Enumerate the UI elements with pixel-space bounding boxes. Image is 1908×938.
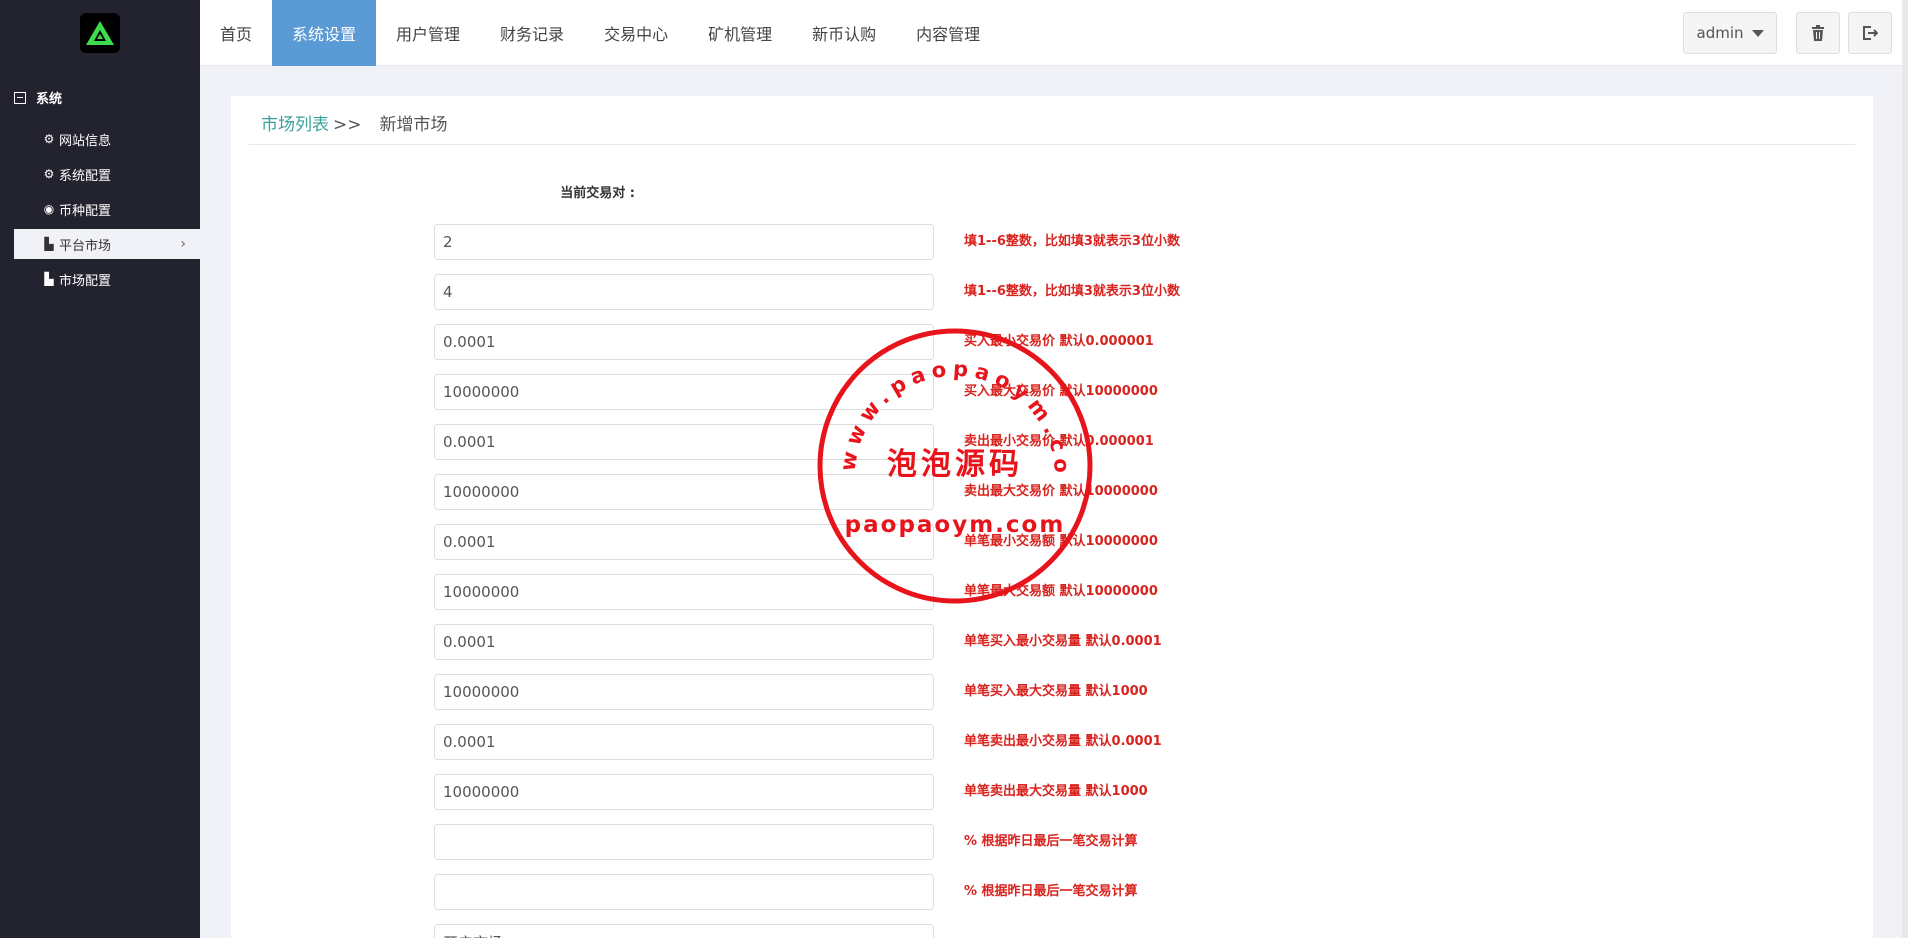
nav-tab-5[interactable]: 矿机管理	[688, 0, 792, 66]
main-nav: 首页 系统设置 用户管理 财务记录 交易中心 矿机管理 新币认购 内容管理	[200, 0, 1908, 66]
sidebar-item-0[interactable]: ⚙ 网站信息	[14, 124, 200, 154]
field-input[interactable]	[434, 874, 934, 910]
bar-chart-icon: ▙	[44, 237, 54, 251]
app-logo[interactable]	[80, 13, 120, 53]
field-input[interactable]	[434, 424, 934, 460]
logo-icon	[86, 21, 114, 45]
sidebar-item-label: 网站信息	[59, 133, 112, 149]
sidebar: 系统 ⚙ 网站信息 ⚙ 系统配置 ◉ 币种配置 ▙ 平台市场 › ▙ 市场配置	[0, 0, 200, 938]
trash-icon	[1812, 25, 1824, 41]
breadcrumb-link-market-list[interactable]: 市场列表	[261, 115, 329, 135]
form-row: 交易价 - 小数位数:填1--6整数，比如填3就表示3位小数	[231, 224, 1873, 260]
form-row: 单笔卖出最小交易数量:单笔卖出最小交易量 默认0.0001	[231, 724, 1873, 760]
admin-label: admin	[1696, 24, 1744, 42]
field-hint: 单笔卖出最大交易量 默认1000	[964, 784, 1148, 799]
nav-tab-4[interactable]: 交易中心	[584, 0, 688, 66]
sidebar-item-1[interactable]: ⚙ 系统配置	[14, 159, 200, 189]
field-input[interactable]	[434, 824, 934, 860]
sidebar-item-label: 系统配置	[59, 168, 112, 184]
sidebar-item-label: 市场配置	[59, 273, 112, 289]
form-row: 单笔最小交易额:单笔最小交易额 默认10000000	[231, 524, 1873, 560]
field-hint: % 根据昨日最后一笔交易计算	[964, 834, 1138, 849]
breadcrumb: 市场列表 >> 新增市场	[261, 110, 448, 135]
logout-icon	[1863, 26, 1878, 40]
logo-area	[0, 0, 200, 66]
sidebar-item-label: 币种配置	[59, 203, 112, 219]
current-pair-label: 当前交易对 :	[560, 186, 635, 201]
form-row: 单笔买入最小交易数量:单笔买入最小交易量 默认0.0001	[231, 624, 1873, 660]
nav-tab-1[interactable]: 系统设置	[272, 0, 377, 66]
nav-tab-7[interactable]: 内容管理	[896, 0, 1000, 66]
field-input[interactable]	[434, 724, 934, 760]
field-hint: 单笔最小交易额 默认10000000	[964, 534, 1158, 549]
field-input[interactable]	[434, 324, 934, 360]
divider	[249, 144, 1855, 145]
logout-button[interactable]	[1848, 12, 1892, 54]
nav-tab-6[interactable]: 新币认购	[792, 0, 896, 66]
field-hint: 卖出最小交易价 默认0.000001	[964, 434, 1154, 449]
form-row: 交易数量 - 小数位数:填1--6整数，比如填3就表示3位小数	[231, 274, 1873, 310]
field-input[interactable]	[434, 224, 934, 260]
field-hint: 卖出最大交易价 默认10000000	[964, 484, 1158, 499]
caret-down-icon	[1751, 29, 1764, 37]
field-hint: % 根据昨日最后一笔交易计算	[964, 884, 1138, 899]
form-row: 单笔最大交易额:单笔最大交易额 默认10000000	[231, 574, 1873, 610]
form-row: 跌幅限制:% 根据昨日最后一笔交易计算	[231, 874, 1873, 910]
field-hint: 买入最小交易价 默认0.000001	[964, 334, 1154, 349]
field-input[interactable]	[434, 474, 934, 510]
field-hint: 买入最大交易价 默认10000000	[964, 384, 1158, 399]
nav-tab-2[interactable]: 用户管理	[376, 0, 480, 66]
collapse-icon	[14, 91, 26, 104]
sidebar-item-3[interactable]: ▙ 平台市场 ›	[14, 229, 200, 259]
form-row: 开启市场:	[231, 924, 1873, 938]
bar-chart-icon: ▙	[44, 272, 54, 286]
clear-cache-button[interactable]	[1796, 12, 1840, 54]
main-card: 市场列表>> 新增市场 当前交易对 : 交易价 - 小数位数:填1--6整数，比如…	[231, 96, 1873, 938]
field-hint: 填1--6整数，比如填3就表示3位小数	[964, 284, 1180, 299]
form-row: 单笔卖出最大交易数量:单笔卖出最大交易量 默认1000	[231, 774, 1873, 810]
sidebar-item-4[interactable]: ▙ 市场配置	[14, 264, 200, 294]
sidebar-item-label: 平台市场	[59, 238, 112, 254]
field-hint: 单笔最大交易额 默认10000000	[964, 584, 1158, 599]
field-input[interactable]	[434, 374, 934, 410]
gear-icon: ⚙	[43, 132, 55, 146]
top-nav-bar: 首页 系统设置 用户管理 财务记录 交易中心 矿机管理 新币认购 内容管理 admin	[200, 0, 1908, 66]
field-input[interactable]	[434, 924, 934, 938]
form-row: 买入最大交易价:买入最大交易价 默认10000000	[231, 374, 1873, 410]
chevron-right-icon: ›	[180, 236, 186, 252]
sidebar-group-system[interactable]: 系统	[14, 88, 62, 107]
form-row: 卖出最小交易价:卖出最小交易价 默认0.000001	[231, 424, 1873, 460]
target-icon: ◉	[43, 202, 55, 216]
field-input[interactable]	[434, 674, 934, 710]
nav-tab-0[interactable]: 首页	[200, 0, 272, 66]
form-row: 涨幅限制:% 根据昨日最后一笔交易计算	[231, 824, 1873, 860]
field-input[interactable]	[434, 574, 934, 610]
field-hint: 填1--6整数，比如填3就表示3位小数	[964, 234, 1180, 249]
field-input[interactable]	[434, 624, 934, 660]
form-row: 单笔买入最大交易数量:单笔买入最大交易量 默认1000	[231, 674, 1873, 710]
field-input[interactable]	[434, 274, 934, 310]
field-hint: 单笔买入最大交易量 默认1000	[964, 684, 1148, 699]
current-pair-row: 当前交易对 :	[231, 176, 1873, 212]
admin-dropdown[interactable]: admin	[1683, 12, 1777, 54]
breadcrumb-current: 新增市场	[379, 115, 448, 135]
field-hint: 单笔卖出最小交易量 默认0.0001	[964, 734, 1162, 749]
gear-icon: ⚙	[43, 167, 55, 181]
page-scrollbar[interactable]	[1902, 0, 1908, 938]
form-row: 卖出最大交易价:卖出最大交易价 默认10000000	[231, 474, 1873, 510]
field-hint: 单笔买入最小交易量 默认0.0001	[964, 634, 1162, 649]
nav-tab-3[interactable]: 财务记录	[480, 0, 584, 66]
breadcrumb-separator: >>	[333, 115, 362, 135]
sidebar-item-2[interactable]: ◉ 币种配置	[14, 194, 200, 224]
sidebar-group-label: 系统	[36, 92, 63, 107]
field-input[interactable]	[434, 774, 934, 810]
form-row: 买入最小交易价:买入最小交易价 默认0.000001	[231, 324, 1873, 360]
field-input[interactable]	[434, 524, 934, 560]
